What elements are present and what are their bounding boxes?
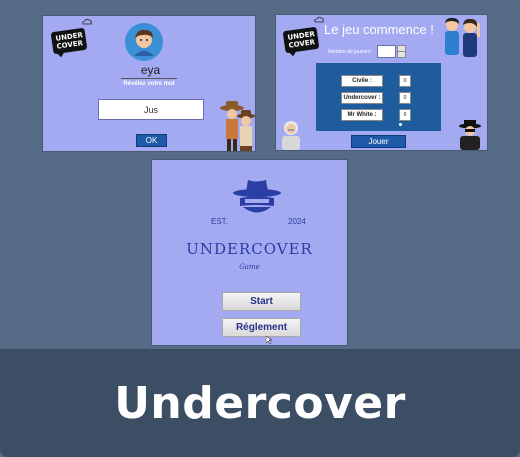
game-subtitle: Game bbox=[239, 263, 260, 271]
mouse-cursor-icon bbox=[266, 336, 272, 344]
player-avatar bbox=[125, 23, 163, 61]
start-button[interactable]: Start bbox=[222, 292, 301, 311]
play-label: Jouer bbox=[368, 137, 389, 146]
ok-button[interactable]: OK bbox=[136, 134, 167, 147]
rules-button[interactable]: Réglement bbox=[222, 318, 301, 337]
mr-white-count[interactable]: 0 bbox=[399, 109, 411, 121]
spy-hat-logo-icon bbox=[233, 180, 281, 213]
players-count-label: Nombre de joueurs : bbox=[328, 49, 374, 55]
spy-illustration bbox=[459, 120, 481, 150]
players-count-spinner[interactable] bbox=[397, 45, 406, 58]
main-menu-window: EST. 2024 UNDERCOVER Game Start Réglemen… bbox=[152, 160, 347, 345]
undercover-logo: UNDER COVER bbox=[282, 26, 320, 54]
civile-label: Civile : bbox=[341, 75, 383, 87]
ok-label: OK bbox=[145, 136, 158, 145]
game-setup-window: UNDER COVER Le jeu commence ! Nombre de … bbox=[276, 15, 487, 150]
logo-text: UNDER COVER bbox=[55, 31, 84, 51]
play-button[interactable]: Jouer bbox=[351, 135, 406, 148]
undercover-count[interactable]: 0 bbox=[399, 92, 411, 104]
est-year: 2024 bbox=[288, 217, 306, 226]
old-man-illustration bbox=[282, 121, 300, 150]
undercover-logo: UNDER COVER bbox=[50, 27, 88, 55]
est-label: EST. bbox=[211, 217, 228, 226]
cowboy-characters-illustration bbox=[220, 101, 255, 151]
boy-avatar-icon bbox=[134, 29, 154, 56]
game-title: UNDERCOVER bbox=[186, 240, 313, 258]
logo-text: UNDER COVER bbox=[287, 30, 316, 50]
project-title: Undercover bbox=[114, 377, 406, 429]
secret-word-field[interactable]: Jus bbox=[98, 99, 204, 120]
civile-count[interactable]: 0 bbox=[399, 75, 411, 87]
name-underline bbox=[121, 78, 177, 79]
reveal-prompt: Révélez votre mot bbox=[123, 81, 175, 87]
player-name: eya bbox=[140, 63, 161, 77]
couple-illustration bbox=[445, 17, 480, 57]
game-start-heading: Le jeu commence ! bbox=[324, 22, 434, 37]
cursor-dot bbox=[399, 123, 402, 126]
start-label: Start bbox=[250, 296, 273, 307]
undercover-label: Undercover : bbox=[341, 92, 383, 104]
reveal-word-window: UNDER COVER eya Révélez votre mot Jus OK bbox=[43, 16, 255, 151]
mr-white-label: Mr White : bbox=[341, 109, 383, 121]
secret-word-value: Jus bbox=[143, 104, 158, 115]
project-card[interactable]: UNDER COVER eya Révélez votre mot Jus OK bbox=[0, 0, 520, 457]
cloud-icon bbox=[82, 18, 92, 25]
rules-label: Réglement bbox=[235, 322, 288, 333]
players-count-input[interactable] bbox=[377, 45, 396, 58]
roles-panel: Civile : 0 Undercover : 0 Mr White : 0 bbox=[316, 63, 441, 131]
project-title-bar: Undercover bbox=[0, 349, 520, 457]
